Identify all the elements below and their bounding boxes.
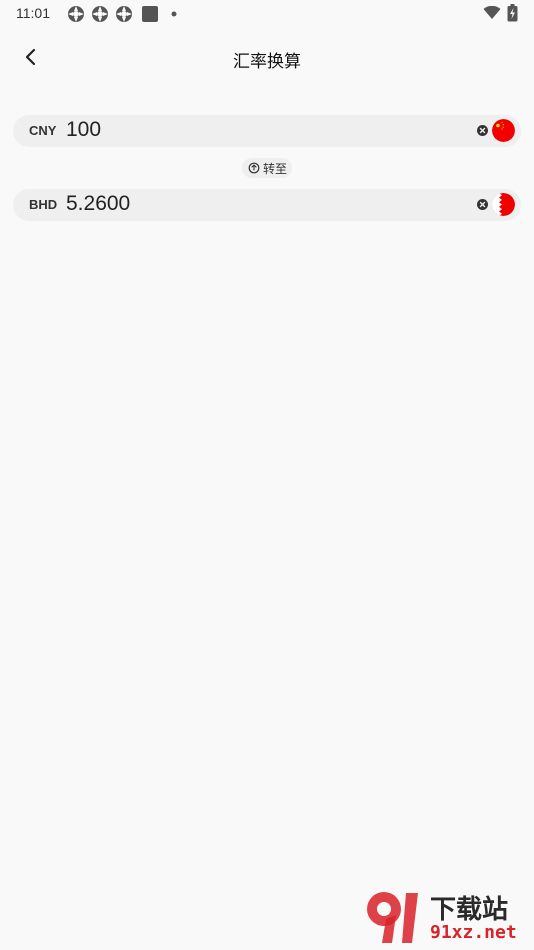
watermark-url: 91xz.net: [430, 922, 517, 943]
battery-charging-icon: [507, 4, 518, 22]
app-square-icon: [142, 6, 158, 22]
status-time: 11:01: [16, 5, 50, 21]
to-amount-input[interactable]: 5.2600: [66, 192, 130, 216]
page-title: 汇率换算: [233, 52, 301, 72]
swap-label: 转至: [263, 162, 288, 176]
notification-icon: [68, 6, 84, 22]
watermark-text: 下载站: [430, 895, 509, 925]
notification-icon: [116, 6, 132, 22]
site-watermark-logo: 下载站 91xz.net: [362, 885, 534, 950]
notification-icon: [92, 6, 108, 22]
clear-icon[interactable]: [477, 199, 488, 210]
flag-cn-icon[interactable]: [492, 119, 515, 142]
from-currency-code[interactable]: CNY: [29, 123, 56, 138]
status-bar: 11:01: [0, 0, 534, 28]
dot-icon: [171, 11, 177, 17]
wifi-icon: [483, 6, 501, 19]
app-header: 汇率换算: [0, 30, 534, 86]
clear-icon[interactable]: [477, 125, 488, 136]
to-currency-field[interactable]: BHD 5.2600: [13, 189, 521, 221]
swap-button[interactable]: 转至: [242, 158, 292, 178]
swap-icon: [248, 162, 260, 174]
watermark-91-logo-icon: [367, 892, 418, 943]
to-currency-code[interactable]: BHD: [29, 197, 57, 212]
flag-bh-icon[interactable]: [492, 193, 515, 216]
from-amount-input[interactable]: 100: [66, 118, 101, 142]
from-currency-field[interactable]: CNY 100: [13, 115, 521, 147]
